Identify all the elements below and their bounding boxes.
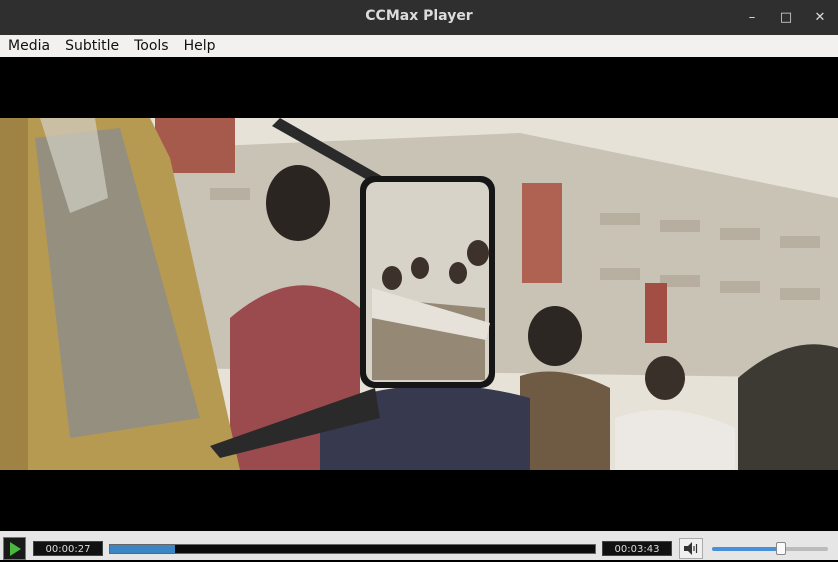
volume-fill — [712, 547, 782, 551]
menu-media[interactable]: Media — [0, 35, 57, 57]
play-icon[interactable] — [3, 537, 26, 560]
speaker-icon[interactable] — [679, 538, 703, 559]
video-frame-image — [0, 118, 838, 470]
close-icon[interactable]: ✕ — [810, 7, 830, 27]
menu-tools[interactable]: Tools — [126, 35, 176, 57]
maximize-icon[interactable]: □ — [776, 7, 796, 27]
title-bar: CCMax Player – □ ✕ — [0, 0, 838, 35]
minimize-icon[interactable]: – — [742, 7, 762, 27]
menu-help[interactable]: Help — [176, 35, 223, 57]
speaker-icon-glyph — [684, 542, 698, 555]
menu-subtitle[interactable]: Subtitle — [57, 35, 126, 57]
menu-bar: Media Subtitle Tools Help — [0, 35, 838, 57]
window-title: CCMax Player — [365, 8, 473, 24]
video-area[interactable] — [0, 57, 838, 531]
seek-bar[interactable] — [109, 544, 596, 554]
video-frame — [0, 118, 838, 470]
volume-slider[interactable] — [712, 541, 828, 557]
total-time: 00:03:43 — [602, 541, 672, 556]
volume-handle[interactable] — [775, 542, 786, 555]
window-controls: – □ ✕ — [742, 7, 830, 27]
seek-bar-fill — [110, 545, 175, 553]
elapsed-time: 00:00:27 — [33, 541, 103, 556]
